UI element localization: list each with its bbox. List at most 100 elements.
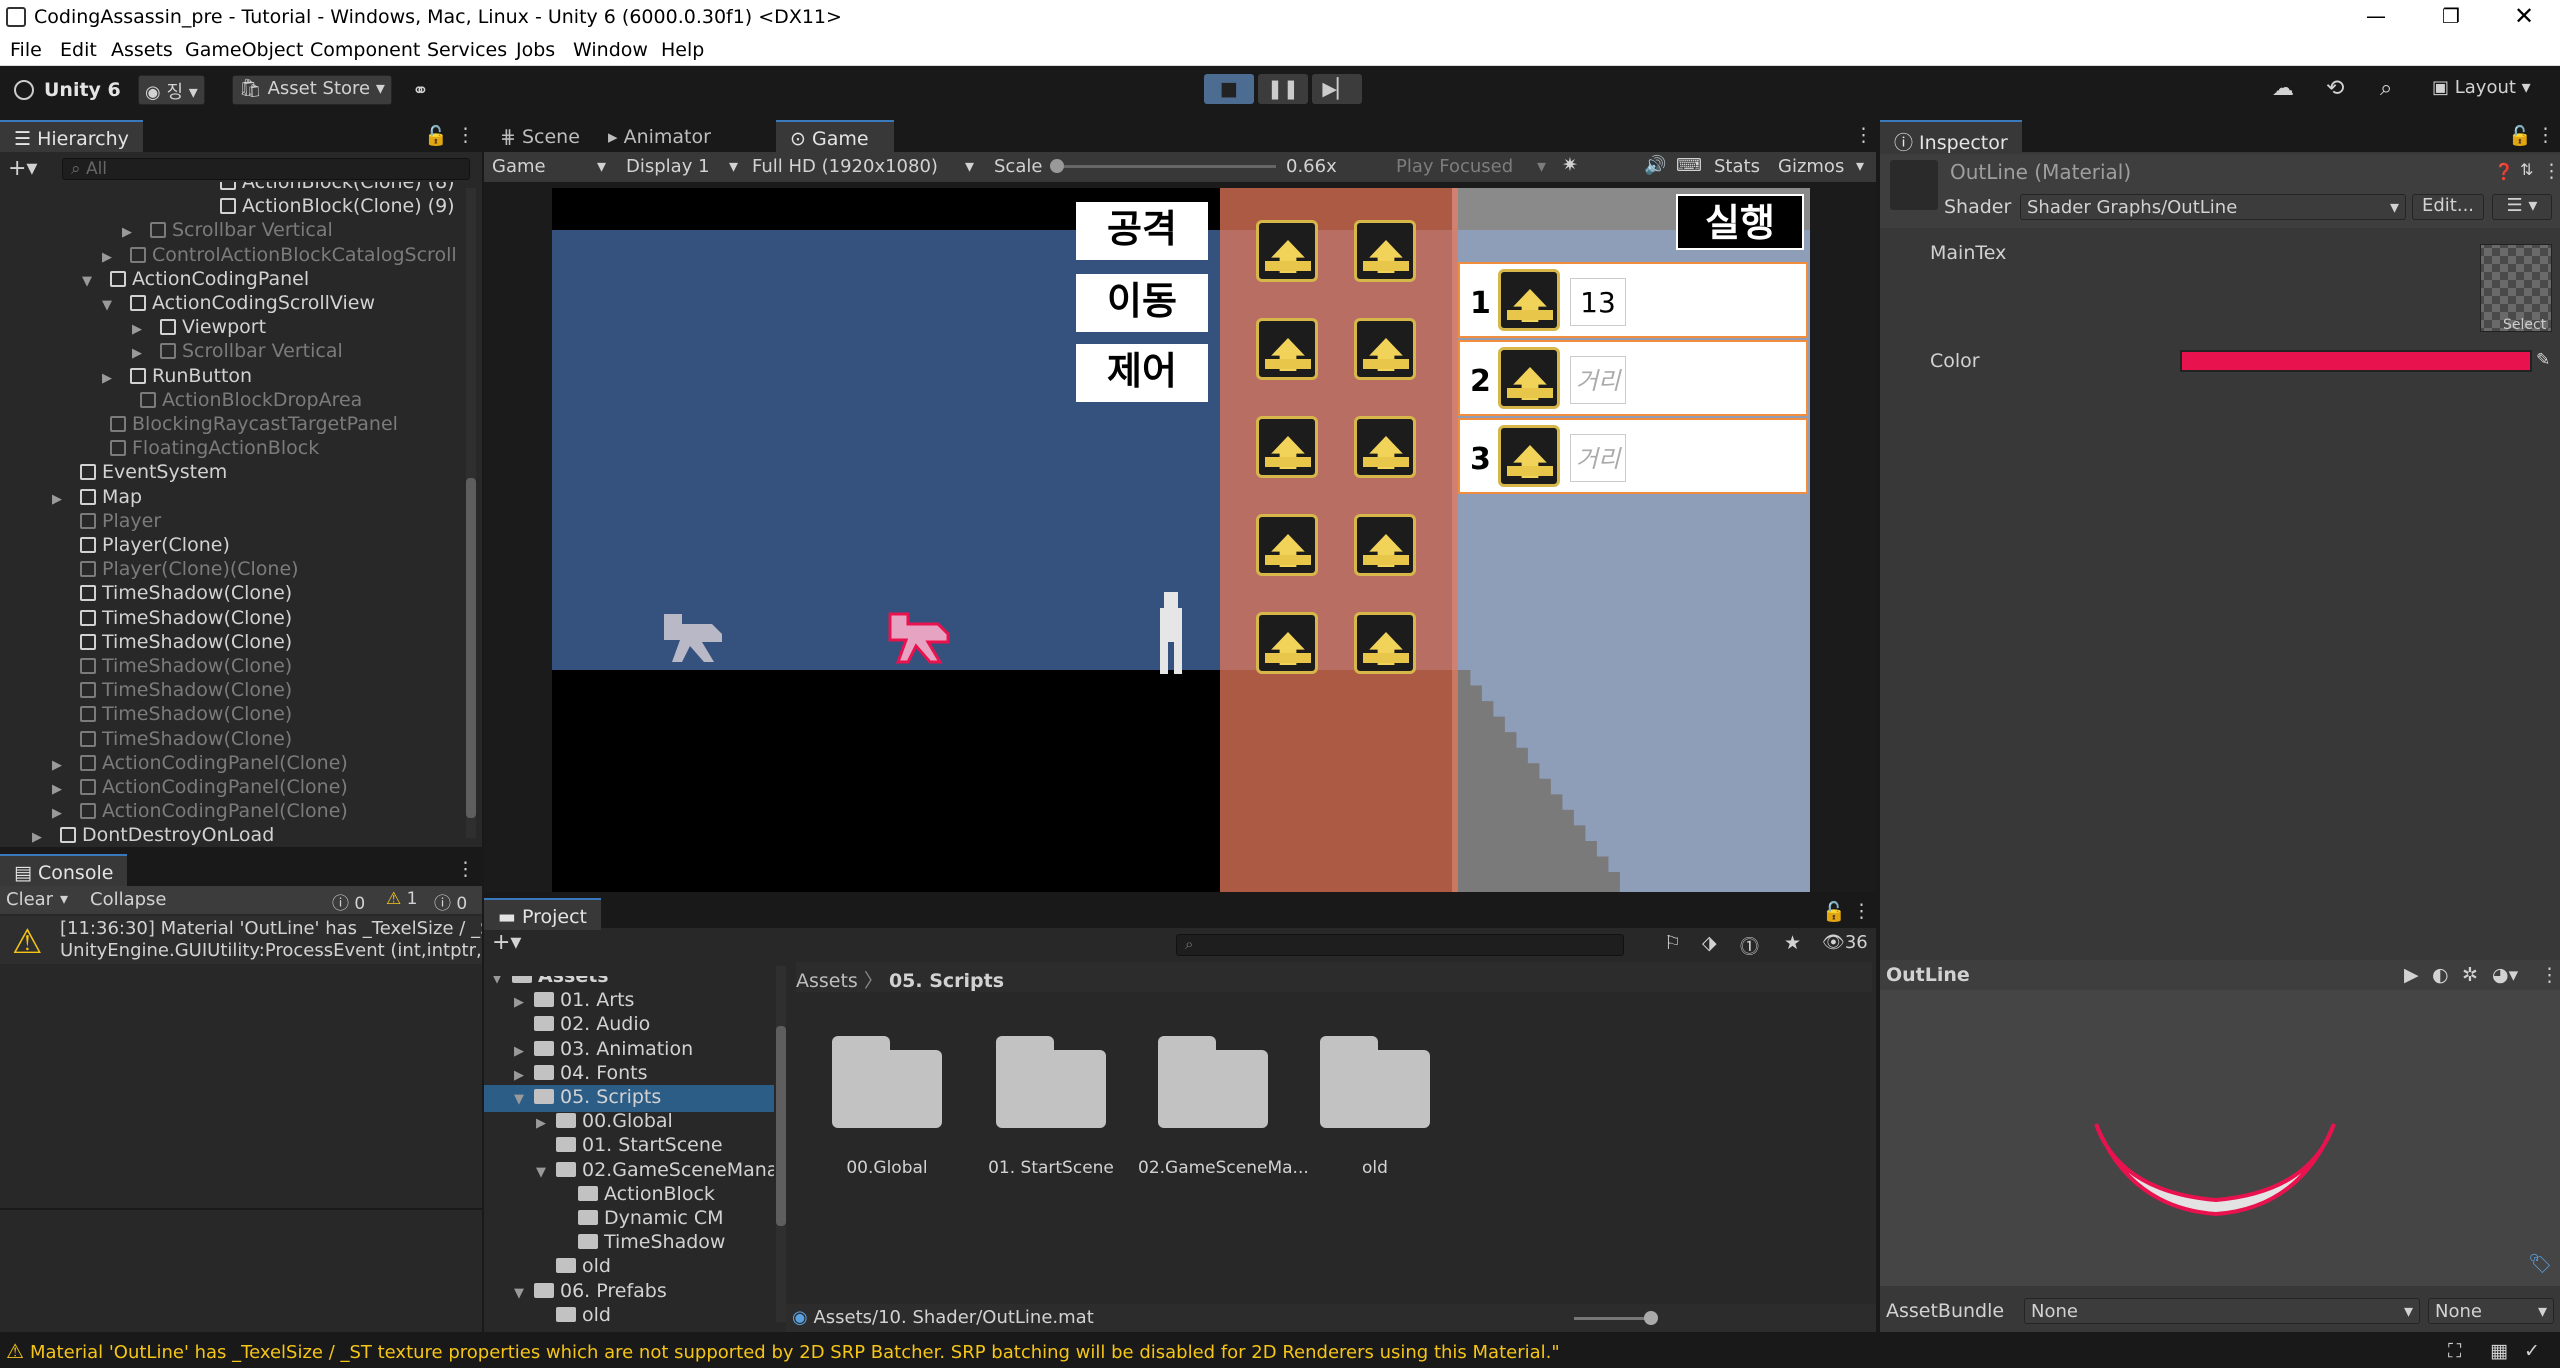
action-block[interactable] [1498, 425, 1560, 487]
asset-store-dropdown[interactable]: 🛍 Asset Store ▾ [232, 75, 392, 105]
project-tree-item[interactable]: ▶ 03. Animation [484, 1037, 774, 1064]
hierarchy-item[interactable]: Player(Clone) [80, 533, 230, 557]
tab-game[interactable]: ⊙ Game [776, 120, 894, 152]
pause-button[interactable]: ❚❚ [1258, 74, 1308, 104]
filter-type-icon[interactable]: ⚐ [1664, 932, 1681, 954]
project-tree-item[interactable]: ▶ 00.Global [484, 1109, 774, 1136]
lock-icon[interactable]: 🔓 [424, 124, 448, 147]
folder-label[interactable]: 02.GameSceneMa... [1138, 1158, 1309, 1178]
warning-count-button[interactable]: ⚠ 1 [386, 889, 417, 909]
hierarchy-item[interactable]: TimeShadow(Clone) [80, 581, 292, 605]
action-block[interactable] [1354, 318, 1416, 380]
lock-icon[interactable]: 🔓 [1822, 900, 1846, 923]
hierarchy-item[interactable]: ▶ ActionCodingPanel(Clone) [52, 775, 348, 799]
info-count-button[interactable]: ⓘ 0 [332, 889, 365, 914]
project-tree-item[interactable]: 02. Audio [484, 1012, 774, 1036]
assetbundle-variant-dropdown[interactable]: None ▾ [2428, 1298, 2554, 1324]
expand-arrow-icon[interactable]: ▶ [102, 367, 116, 391]
move-category-button[interactable]: 이동 [1076, 274, 1208, 332]
control-category-button[interactable]: 제어 [1076, 344, 1208, 402]
hierarchy-item[interactable]: ▶ DontDestroyOnLoad [32, 823, 274, 847]
hierarchy-item[interactable]: TimeShadow(Clone) [80, 702, 292, 726]
code-slot-1[interactable]: 1 13 [1458, 262, 1808, 338]
code-slot-2[interactable]: 2 거리 [1458, 340, 1808, 416]
folder-icon[interactable] [1320, 1036, 1430, 1128]
code-slot-3[interactable]: 3 거리 [1458, 418, 1808, 494]
run-button[interactable]: 실행 [1676, 194, 1804, 250]
resolution-dropdown[interactable]: Full HD (1920x1080) ▾ [746, 154, 978, 179]
action-block[interactable] [1256, 612, 1318, 674]
project-tree-item[interactable]: old [484, 1303, 774, 1327]
action-block[interactable] [1354, 220, 1416, 282]
action-block[interactable] [1256, 220, 1318, 282]
breadcrumb-current[interactable]: 05. Scripts [889, 970, 1004, 992]
layout-dropdown[interactable]: ▣ Layout ▾ [2426, 75, 2537, 105]
slot-value-input[interactable]: 거리 [1570, 356, 1626, 404]
hierarchy-item[interactable]: ▶ ActionCodingPanel(Clone) [52, 751, 348, 775]
more-menu-icon[interactable]: ⋮ [1852, 900, 1871, 922]
expand-arrow-icon[interactable]: ▶ [32, 826, 46, 847]
hierarchy-item[interactable]: TimeShadow(Clone) [80, 727, 292, 751]
minimize-button[interactable]: — [2366, 4, 2386, 28]
slot-value-input[interactable]: 13 [1570, 278, 1626, 326]
hierarchy-item[interactable]: ▶ Scrollbar Vertical [122, 218, 333, 242]
expand-arrow-icon[interactable]: ▼ [82, 270, 96, 294]
account-dropdown[interactable]: ◉ 징 ▾ [138, 75, 205, 105]
tab-project[interactable]: ▬ Project [484, 898, 602, 930]
preset-icon[interactable]: ⇅ [2520, 160, 2533, 179]
hierarchy-item[interactable]: ▶ Map [52, 485, 142, 509]
light-icon[interactable]: ✲ [2462, 964, 2478, 986]
folder-icon[interactable] [832, 1036, 942, 1128]
hierarchy-item[interactable]: ▶ RunButton [102, 364, 252, 388]
folder-icon[interactable] [996, 1036, 1106, 1128]
tag-icon[interactable]: 🏷 [2528, 1252, 2552, 1275]
hierarchy-item[interactable]: ActionBlock(Clone) (9) [220, 194, 455, 218]
more-menu-icon[interactable]: ⋮ [2540, 964, 2559, 986]
console-log-entry[interactable]: ⚠ [11:36:30] Material 'OutLine' has _Tex… [0, 916, 482, 964]
eyedropper-icon[interactable]: ✎ [2536, 350, 2550, 370]
lock-icon[interactable]: 🔓 [2508, 124, 2532, 147]
hierarchy-item[interactable]: ▶ Viewport [132, 315, 266, 339]
stats-button[interactable]: Stats [1714, 156, 1760, 177]
history-icon[interactable]: ⟲ [2326, 76, 2344, 101]
maximize-button[interactable]: ❐ [2442, 4, 2460, 28]
collapse-button[interactable]: Collapse [90, 889, 167, 910]
hierarchy-item[interactable]: Player [80, 509, 161, 533]
keyboard-icon[interactable]: ⌨ [1676, 155, 1702, 176]
hierarchy-item[interactable]: Player(Clone)(Clone) [80, 557, 299, 581]
play-button[interactable]: ■ [1204, 74, 1254, 104]
menu-gameobject[interactable]: GameObject [185, 39, 303, 61]
menu-jobs[interactable]: Jobs [516, 39, 555, 61]
project-search-input[interactable]: ⌕ [1176, 934, 1624, 956]
maintex-slot[interactable]: Select [2480, 244, 2552, 333]
menu-services[interactable]: Services [427, 39, 507, 61]
action-block[interactable] [1256, 416, 1318, 478]
tab-hierarchy[interactable]: ☰ Hierarchy [0, 120, 143, 152]
more-menu-icon[interactable]: ⋮ [2542, 160, 2560, 182]
menu-assets[interactable]: Assets [111, 39, 173, 61]
filter-warning-icon[interactable]: ⓵ [1740, 932, 1759, 959]
hierarchy-scrollbar[interactable] [466, 188, 476, 838]
status-bar[interactable]: ⚠ Material 'OutLine' has _TexelSize / _S… [0, 1336, 2560, 1368]
hierarchy-search-input[interactable]: ⌕ All [62, 158, 470, 180]
hierarchy-item[interactable]: ActionBlockDropArea [140, 388, 362, 412]
cache-icon[interactable]: ▦ [2490, 1340, 2508, 1362]
bug-icon[interactable]: ✷ [1562, 154, 1578, 176]
step-button[interactable]: ▶▏ [1312, 74, 1362, 104]
breadcrumb-assets[interactable]: Assets [796, 970, 858, 992]
game-mode-dropdown[interactable]: Game ▾ [486, 154, 610, 179]
hierarchy-item[interactable]: ▼ ActionCodingScrollView [102, 291, 375, 315]
hierarchy-item[interactable]: TimeShadow(Clone) [80, 678, 292, 702]
hierarchy-item[interactable]: TimeShadow(Clone) [80, 606, 292, 630]
version-control-icon[interactable]: ⚭ [412, 78, 429, 102]
tab-console[interactable]: ▤ Console [0, 854, 128, 886]
menu-window[interactable]: Window [573, 39, 648, 61]
assetbundle-dropdown[interactable]: None ▾ [2024, 1298, 2420, 1324]
action-block[interactable] [1256, 514, 1318, 576]
project-tree-item[interactable]: ActionBlock [484, 1182, 774, 1206]
hierarchy-item[interactable]: ▶ Scrollbar Vertical [132, 339, 343, 363]
mesh-sphere-icon[interactable]: ◐ [2432, 964, 2449, 986]
project-tree-scrollbar[interactable] [776, 966, 786, 1322]
progress-icon[interactable]: ⛶ [2448, 1340, 2461, 1362]
more-menu-icon[interactable]: ⋮ [1854, 124, 1873, 146]
